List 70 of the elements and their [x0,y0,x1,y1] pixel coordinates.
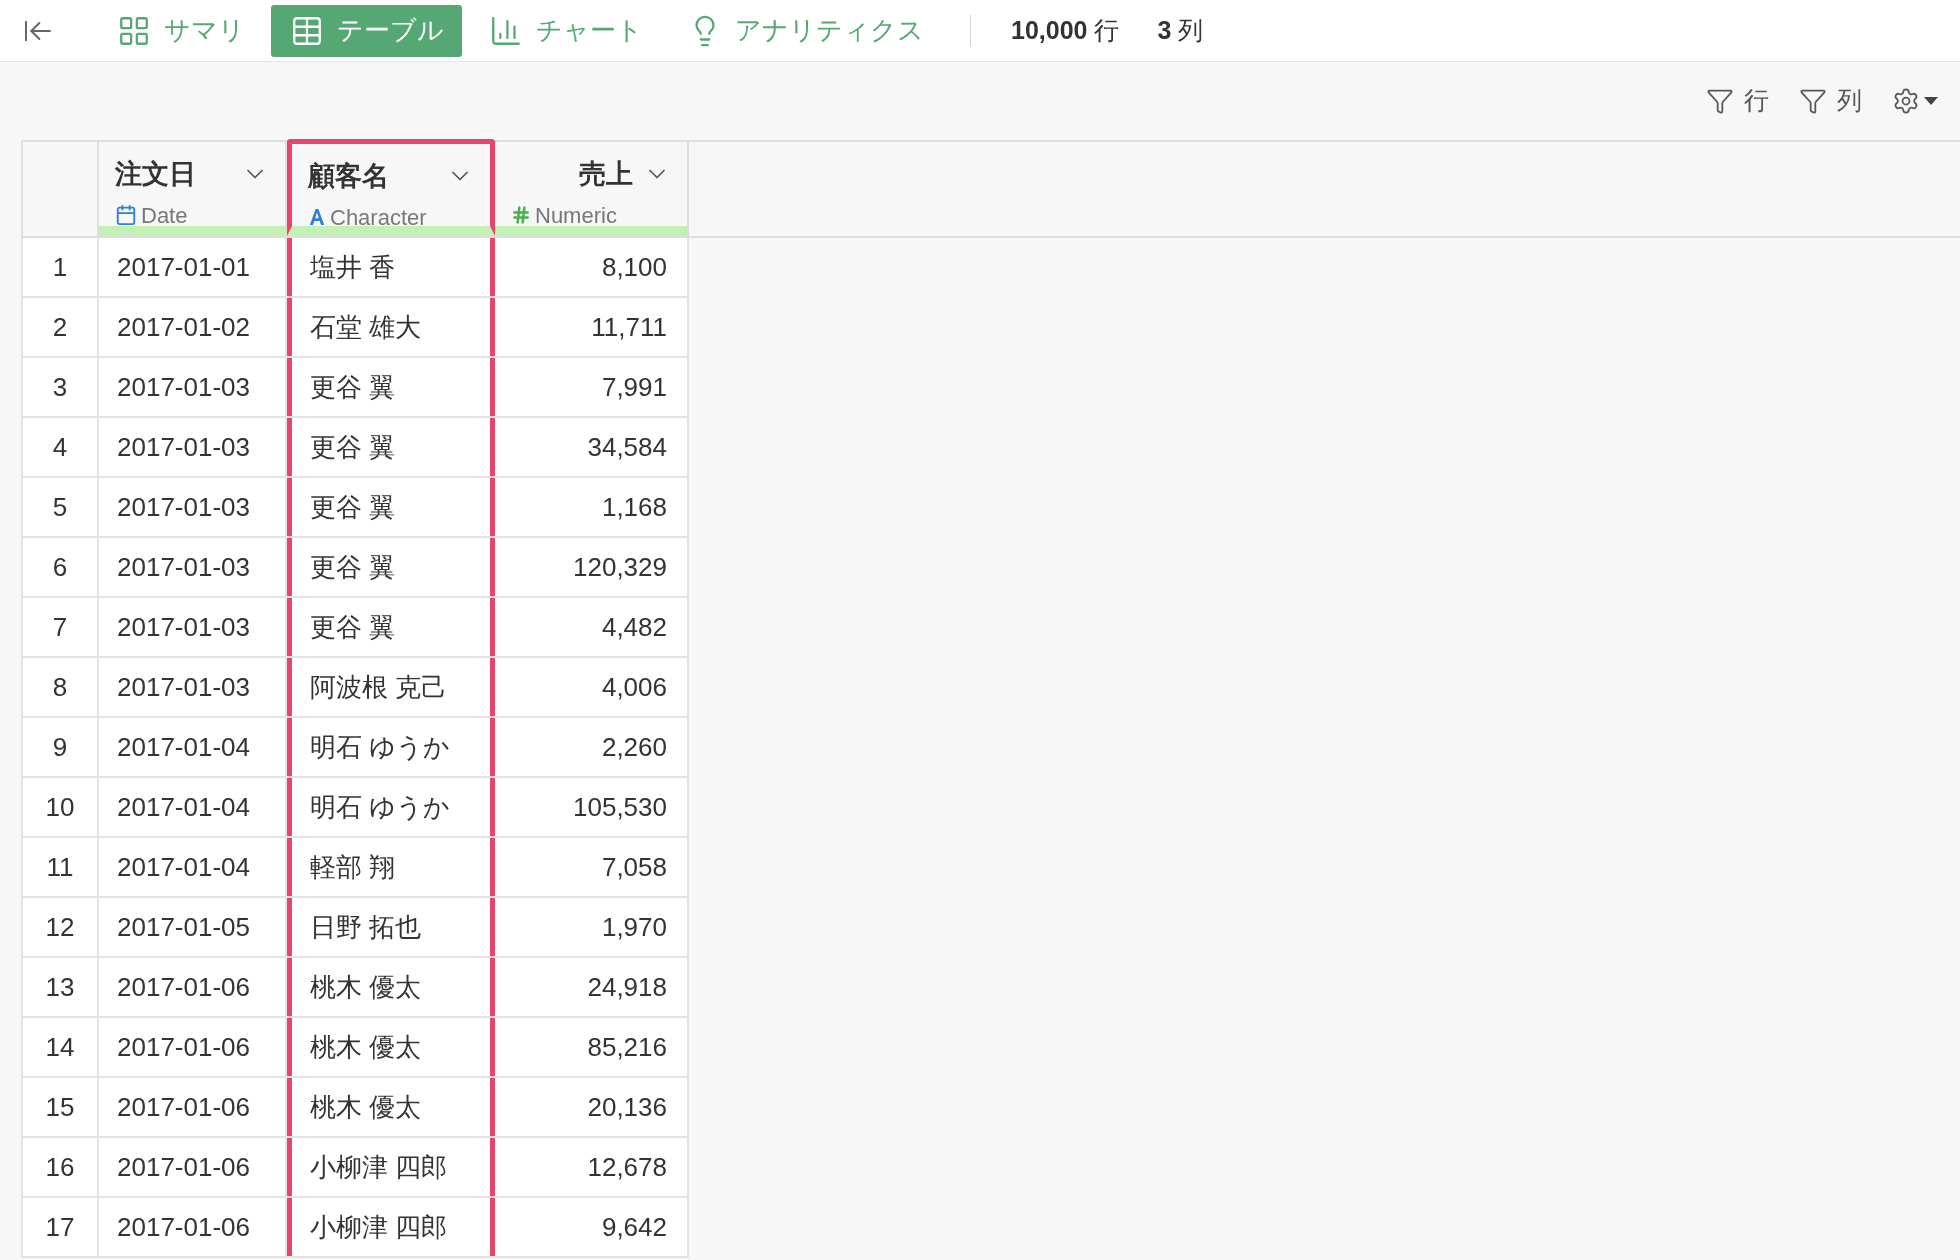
letter-a-icon [308,207,326,227]
row-number: 6 [21,538,99,596]
table-cell: 小柳津 四郎 [287,1198,495,1256]
filter-icon [1706,87,1734,115]
table-cell: 2017-01-03 [99,598,287,656]
table-cell: 4,006 [495,658,689,716]
row-number: 10 [21,778,99,836]
row-number: 2 [21,298,99,356]
table-cell: 8,100 [495,238,689,296]
row-number: 9 [21,718,99,776]
table-cell: 2017-01-06 [99,1018,287,1076]
column-type: Date [141,201,188,230]
table-cell: 2017-01-02 [99,298,287,356]
table-cell: 2017-01-03 [99,418,287,476]
table-cell: 4,482 [495,598,689,656]
table-cell: 105,530 [495,778,689,836]
row-number: 12 [21,898,99,956]
column-type: Character [330,203,427,232]
count-label: 10,000 行 [1011,14,1120,46]
row-number: 13 [21,958,99,1016]
row-number: 17 [21,1198,99,1256]
table-cell: 2017-01-06 [99,1138,287,1196]
table-cell: 1,168 [495,478,689,536]
table-cell: 2017-01-01 [99,238,287,296]
table-cell: 2017-01-06 [99,958,287,1016]
row-number: 7 [21,598,99,656]
row-number: 1 [21,238,99,296]
row-filter-button[interactable]: 行 [1706,82,1769,120]
settings-button[interactable] [1892,87,1938,115]
table-cell: 2017-01-06 [99,1078,287,1136]
calendar-icon [115,204,137,226]
row-number: 8 [21,658,99,716]
table-cell: 12,678 [495,1138,689,1196]
table-cell: 2017-01-03 [99,478,287,536]
table-cell: 2017-01-03 [99,658,287,716]
row-number: 4 [21,418,99,476]
settings-icon [1892,87,1920,115]
table-cell: 120,329 [495,538,689,596]
table-cell: 2017-01-03 [99,538,287,596]
table-cell: 2017-01-06 [99,1198,287,1256]
table-cell: 2017-01-03 [99,358,287,416]
column-filter-button[interactable]: 列 [1799,82,1862,120]
row-number: 16 [21,1138,99,1196]
row-number: 3 [21,358,99,416]
table-cell: 24,918 [495,958,689,1016]
filter-icon [1799,87,1827,115]
table-cell: 2,260 [495,718,689,776]
table-cell: 7,058 [495,838,689,896]
row-number: 15 [21,1078,99,1136]
caret-icon [1924,97,1938,105]
column-title: 顧客名 [308,160,389,193]
table-cell: 2017-01-04 [99,778,287,836]
table-cell: 9,642 [495,1198,689,1256]
table-cell: 7,991 [495,358,689,416]
table-cell: 20,136 [495,1078,689,1136]
row-number: 14 [21,1018,99,1076]
table-cell: 2017-01-05 [99,898,287,956]
table-cell: 11,711 [495,298,689,356]
row-number: 11 [21,838,99,896]
column-title: 売上 [579,158,633,191]
table-cell: 34,584 [495,418,689,476]
column-type: Numeric [535,201,617,230]
row-number: 5 [21,478,99,536]
table-cell: 1,970 [495,898,689,956]
table-cell: 2017-01-04 [99,718,287,776]
hash-icon [511,205,531,225]
table-cell: 85,216 [495,1018,689,1076]
column-title: 注文日 [115,158,196,191]
count-label: 3 列 [1157,14,1204,46]
table-cell: 2017-01-04 [99,838,287,896]
